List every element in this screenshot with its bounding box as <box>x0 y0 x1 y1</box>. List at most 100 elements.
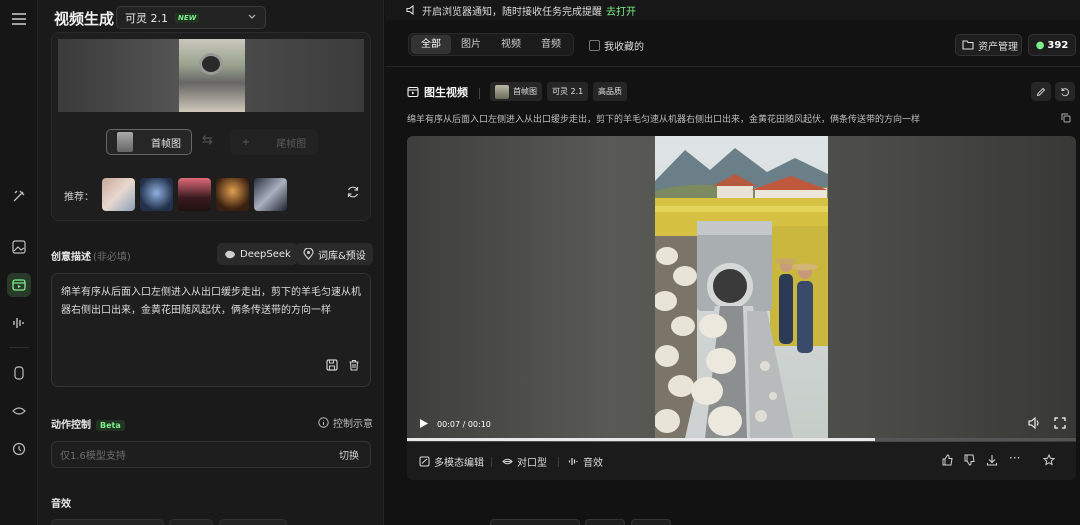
tab-all[interactable]: 全部 <box>411 35 451 54</box>
sound-effect-button[interactable]: 音效 <box>568 454 603 469</box>
more-icon[interactable]: ··· <box>1009 451 1020 465</box>
favorites-label: 我收藏的 <box>604 42 644 53</box>
lipsync-icon <box>502 458 513 465</box>
uploaded-image-preview[interactable] <box>58 39 364 112</box>
sound-wave-icon <box>568 458 578 465</box>
recommend-thumb[interactable] <box>178 178 211 211</box>
folder-icon <box>962 40 974 50</box>
deepseek-button[interactable]: DeepSeek <box>217 243 298 265</box>
new-badge: NEW <box>175 12 200 23</box>
motion-control-label: 动作控制 Beta <box>51 416 125 431</box>
beta-badge: Beta <box>96 420 125 431</box>
prompt-text: 绵羊有序从后面入口左侧进入从出口缓步走出，剪下的羊毛匀速从机器右侧出口出来，金黄… <box>61 287 361 316</box>
refresh-icon[interactable] <box>346 185 360 202</box>
notification-bar: 开启浏览器通知，随时接收任务完成提醒 去打开 <box>385 0 1080 20</box>
prompt-textarea[interactable]: 绵羊有序从后面入口左侧进入从出口缓步走出，剪下的羊毛匀速从机器右侧出口出来，金黄… <box>51 273 371 387</box>
volume-icon[interactable] <box>1028 416 1041 432</box>
first-frame-thumb <box>117 132 133 152</box>
star-icon[interactable] <box>1042 453 1056 469</box>
asset-management-button[interactable]: 资产管理 <box>955 34 1022 56</box>
header-divider <box>385 66 1080 67</box>
swap-frames-icon[interactable]: ⇆ <box>202 133 213 148</box>
playback-controls: 00:07 / 00:10 <box>419 418 491 431</box>
first-frame-tag[interactable]: 首帧图 <box>490 82 542 101</box>
favorites-checkbox[interactable] <box>589 40 600 51</box>
asset-label: 资产管理 <box>978 41 1018 53</box>
sound-option[interactable] <box>169 519 213 525</box>
lipsync-button[interactable]: 对口型 <box>502 454 547 469</box>
video-progress-fill <box>407 438 876 441</box>
lexicon-button[interactable]: 词库&预设 <box>296 243 373 265</box>
eye-tool-icon[interactable] <box>7 399 31 423</box>
thumbs-up-icon[interactable] <box>942 454 954 469</box>
results-area: 开启浏览器通知，随时接收任务完成提醒 去打开 全部 图片 视频 音频 我收藏的 … <box>385 0 1080 525</box>
creative-label: 创意描述 (非必填) <box>51 248 131 263</box>
multimodal-edit-icon <box>419 456 430 467</box>
ai-generate-icon[interactable] <box>7 184 31 208</box>
lexicon-label: 词库&预设 <box>318 250 366 262</box>
tab-videos[interactable]: 视频 <box>491 35 531 54</box>
image-generate-icon[interactable] <box>7 235 31 259</box>
play-icon[interactable] <box>419 418 429 431</box>
first-frame-button[interactable]: 首帧图 <box>106 129 192 155</box>
info-icon <box>318 417 329 428</box>
recommend-thumb[interactable] <box>216 178 249 211</box>
first-frame-tag-label: 首帧图 <box>513 87 537 96</box>
video-frame <box>655 136 828 438</box>
last-frame-button[interactable]: + 尾帧图 <box>230 129 318 155</box>
copy-icon[interactable] <box>1061 112 1071 126</box>
speaker-icon <box>406 5 414 15</box>
history-icon[interactable] <box>7 437 31 461</box>
sound-option[interactable] <box>219 519 287 525</box>
sound-label: 音效 <box>51 499 71 510</box>
favorites-filter[interactable]: 我收藏的 <box>589 38 644 53</box>
creative-label-text: 创意描述 <box>51 252 91 263</box>
preview-thumbnail <box>179 39 245 112</box>
motion-control-input[interactable]: 仅1.6模型支持 切换 <box>51 441 371 468</box>
fullscreen-icon[interactable] <box>1054 417 1066 432</box>
video-progress-bar[interactable] <box>407 438 1076 441</box>
motion-label-text: 动作控制 <box>51 420 91 431</box>
next-card-tag <box>631 519 671 525</box>
first-frame-tag-thumb <box>495 84 509 99</box>
avatar-tool-icon[interactable] <box>7 361 31 385</box>
video-scene-illustration <box>655 136 828 438</box>
action-separator <box>491 457 492 467</box>
recommend-thumb[interactable] <box>102 178 135 211</box>
action-separator <box>558 457 559 467</box>
creative-optional: (非必填) <box>93 252 131 263</box>
rail-divider <box>9 347 29 348</box>
multimodal-edit-button[interactable]: 多模态编辑 <box>419 454 484 469</box>
motion-hint-link[interactable]: 控制示意 <box>318 415 373 430</box>
recommend-label: 推荐： <box>64 192 94 203</box>
download-icon[interactable] <box>986 454 998 469</box>
tab-audio[interactable]: 音频 <box>531 35 571 54</box>
sound-option[interactable] <box>51 519 164 525</box>
points-balance[interactable]: ● 392 <box>1028 34 1076 56</box>
model-select[interactable]: 可灵 2.1 NEW <box>116 6 266 29</box>
video-player[interactable]: 00:07 / 00:10 <box>407 136 1076 442</box>
deepseek-label: DeepSeek <box>240 248 291 260</box>
generation-panel: 视频生成 可灵 2.1 NEW 首帧图 ⇆ + 尾帧图 推荐： 创意描述 (非必填… <box>38 0 384 525</box>
quality-tag: 高品质 <box>593 82 627 101</box>
thumbs-down-icon[interactable] <box>964 454 976 469</box>
menu-icon[interactable] <box>7 7 31 31</box>
enable-notification-link[interactable]: 去打开 <box>606 3 636 18</box>
regenerate-icon[interactable] <box>1055 82 1075 101</box>
video-generate-icon[interactable] <box>7 273 31 297</box>
recommend-thumb[interactable] <box>140 178 173 211</box>
title-separator <box>479 88 480 99</box>
recommend-thumb[interactable] <box>254 178 287 211</box>
points-value: 392 <box>1047 39 1069 51</box>
chevron-down-icon <box>247 11 257 24</box>
next-card-tag <box>585 519 625 525</box>
edit-icon[interactable] <box>1031 82 1051 101</box>
points-icon: ● <box>1035 39 1045 51</box>
trash-icon[interactable] <box>348 359 360 378</box>
video-time: 00:07 / 00:10 <box>437 420 491 429</box>
lipsync-label: 对口型 <box>517 458 547 469</box>
audio-generate-icon[interactable] <box>7 311 31 335</box>
switch-button[interactable]: 切换 <box>339 447 359 462</box>
save-icon[interactable] <box>326 359 338 378</box>
tab-images[interactable]: 图片 <box>451 35 491 54</box>
